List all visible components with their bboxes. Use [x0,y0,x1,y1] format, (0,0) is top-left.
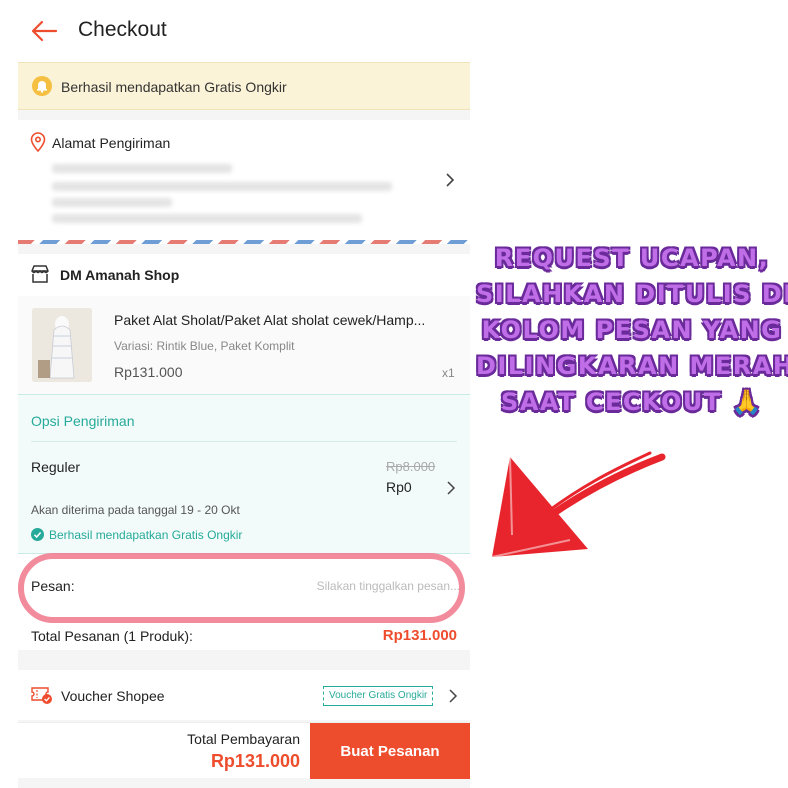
annotation-line: silahkan ditulis di [476,280,788,308]
shipping-address[interactable]: Alamat Pengiriman [18,120,470,244]
store-icon [30,265,50,283]
shipping-price: Rp0 [386,479,412,495]
order-total-value: Rp131.000 [382,627,457,644]
annotation-line: kolom pesan yang [481,316,783,344]
payment-label: Total Pembayaran [187,731,300,747]
airmail-border [18,240,470,244]
shop-header: DM Amanah Shop [18,254,470,296]
chevron-right-icon[interactable] [446,481,456,495]
divider [31,441,457,442]
voucher-icon [31,686,53,704]
shipping-eta: Akan diterima pada tanggal 19 - 20 Okt [31,503,240,517]
chevron-right-icon[interactable] [444,172,456,188]
message-label: Pesan: [31,578,75,594]
request-annotation: Request ucapan, silahkan ditulis di kolo… [476,240,788,420]
annotation-line: dilingkaran merah [476,352,788,380]
shipping-option[interactable]: Opsi Pengiriman Reguler Rp8.000 Rp0 Akan… [18,394,470,554]
annotation-line: Request ucapan, [494,244,770,272]
shipping-title: Opsi Pengiriman [31,413,135,429]
product-variant: Variasi: Rintik Blue, Paket Komplit [114,339,295,353]
checkout-footer: Total Pembayaran Rp131.000 Buat Pesanan [18,722,470,779]
address-title: Alamat Pengiriman [52,135,171,151]
shop-name: DM Amanah Shop [60,267,180,283]
chevron-right-icon[interactable] [448,689,458,703]
header: Checkout [18,0,470,62]
banner-text: Berhasil mendapatkan Gratis Ongkir [61,79,287,95]
voucher-label: Voucher Shopee [61,688,165,704]
shop-section: DM Amanah Shop Paket Alat Sholat/Paket A… [18,254,470,650]
free-shipping-status: Berhasil mendapatkan Gratis Ongkir [49,528,243,542]
shipping-method: Reguler [31,459,81,475]
redacted-address-line [52,164,232,173]
shipping-original-price: Rp8.000 [386,459,436,474]
back-arrow-icon[interactable] [30,19,58,43]
redacted-address-line [52,182,392,191]
order-total-row: Total Pesanan (1 Produk): Rp131.000 [18,618,470,650]
check-circle-icon [31,528,44,541]
product-name: Paket Alat Sholat/Paket Alat sholat cewe… [114,312,426,328]
red-arrow [470,445,670,585]
bell-icon [32,76,52,96]
payment-total: Rp131.000 [210,751,300,771]
voucher-row[interactable]: Voucher Shopee Voucher Gratis Ongkir [18,670,470,720]
product-price: Rp131.000 [114,364,183,380]
product-item[interactable]: Paket Alat Sholat/Paket Alat sholat cewe… [18,296,470,394]
page-title: Checkout [78,18,167,41]
message-row: Pesan: [18,554,470,618]
redacted-address-line [52,198,172,207]
free-shipping-banner: Berhasil mendapatkan Gratis Ongkir [18,62,470,110]
product-quantity: x1 [442,366,455,380]
order-total-label: Total Pesanan (1 Produk): [31,628,193,644]
annotation-line: saat ceckout 🙏 [501,388,763,416]
message-input[interactable] [178,576,460,596]
checkout-screen: Checkout Berhasil mendapatkan Gratis Ong… [18,0,470,788]
voucher-tag[interactable]: Voucher Gratis Ongkir [323,686,434,706]
redacted-address-line [52,214,362,223]
place-order-button[interactable]: Buat Pesanan [310,723,470,779]
location-pin-icon [30,132,46,153]
product-thumbnail [32,308,92,382]
